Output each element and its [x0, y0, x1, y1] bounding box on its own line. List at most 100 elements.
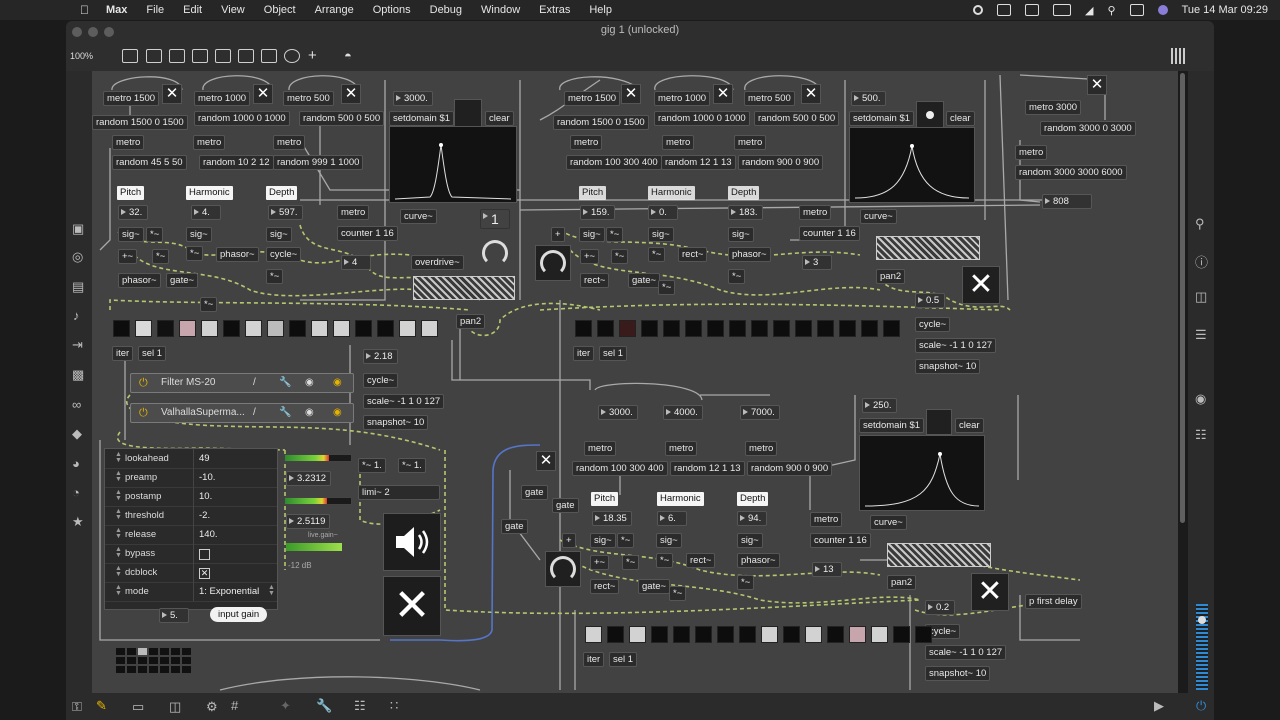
cycle-freq-a[interactable]: 2.18 [363, 349, 398, 364]
wrench-icon[interactable]: 🔧 [316, 698, 332, 714]
random-pitch-d[interactable]: random 100 300 400 [572, 461, 668, 476]
step-cell[interactable] [761, 626, 778, 643]
harmonic-number-d[interactable]: 6. [657, 511, 687, 526]
step-cell[interactable] [289, 320, 306, 337]
random-1500-b[interactable]: random 1500 0 1500 [553, 115, 649, 130]
dial-b[interactable] [540, 250, 566, 276]
step-cell[interactable] [817, 320, 834, 337]
scale-a[interactable]: scale~ -1 1 0 127 [363, 394, 445, 409]
step-cell[interactable] [685, 320, 702, 337]
gate-d1[interactable]: gate [521, 485, 548, 500]
sig-d1[interactable]: sig~ [590, 533, 616, 548]
clear-a[interactable]: clear [485, 111, 514, 126]
step-cell[interactable] [399, 320, 416, 337]
clear-d[interactable]: clear [955, 418, 984, 433]
random-harmonic-d[interactable]: random 12 1 13 [670, 461, 745, 476]
scope-rate-d[interactable]: 250. [862, 398, 897, 413]
step-cell[interactable] [783, 626, 800, 643]
counter-a[interactable]: counter 1 16 [337, 226, 398, 241]
counter-value-d[interactable]: 13 [812, 562, 842, 577]
number-4000[interactable]: 4000. [663, 405, 703, 420]
step-cell[interactable] [597, 320, 614, 337]
random-1500[interactable]: random 1500 0 1500 [92, 115, 188, 130]
pan2-a[interactable]: pan2 [456, 314, 486, 329]
phasor-a1[interactable]: phasor~ [216, 247, 259, 262]
peak-value-2[interactable]: 2.5119 [286, 514, 331, 529]
speaker-button[interactable] [383, 513, 441, 571]
edit-mode-icon[interactable]: ✎ [96, 698, 107, 714]
attr-row[interactable]: ▲ ▼ preamp -10. [105, 468, 277, 488]
metro-a3[interactable]: metro [273, 135, 306, 150]
pitch-number-b[interactable]: 159. [580, 205, 615, 220]
step-cell[interactable] [915, 626, 932, 643]
snapshot-d[interactable]: snapshot~ 10 [925, 666, 991, 681]
step-cell[interactable] [355, 320, 372, 337]
random-500-b[interactable]: random 500 0 500 [754, 111, 840, 126]
pitch-number-a[interactable]: 32. [118, 205, 148, 220]
bypass-checkbox[interactable] [199, 549, 210, 560]
gate-d2[interactable]: gate [552, 498, 579, 513]
mult-a3[interactable]: *~ [186, 246, 204, 261]
step-cell[interactable] [641, 320, 658, 337]
iter-a[interactable]: iter [112, 346, 134, 361]
random-3000[interactable]: random 3000 0 3000 [1040, 121, 1136, 136]
step-cell[interactable] [135, 320, 152, 337]
wrench-icon[interactable]: 🔧 [279, 374, 291, 392]
metro-a1[interactable]: metro [112, 135, 145, 150]
plugin-filter-ms20[interactable]: ⏻ Filter MS-20 / 🔧 ◉ ◉ [130, 373, 354, 393]
mult-d3[interactable]: *~ [656, 553, 674, 568]
sig-d3[interactable]: sig~ [737, 533, 763, 548]
clear-b[interactable]: clear [946, 111, 975, 126]
step-cell[interactable] [267, 320, 284, 337]
attr-value[interactable]: -2. [199, 510, 210, 521]
sig-a2[interactable]: sig~ [186, 227, 212, 242]
scope-toggle-d[interactable] [926, 409, 952, 435]
mult-d4[interactable]: *~ [669, 586, 687, 601]
sel-b[interactable]: sel 1 [599, 346, 628, 361]
scope-rate-a[interactable]: 3000. [393, 91, 433, 106]
pitch-number-d[interactable]: 18.35 [592, 511, 632, 526]
sig-a1[interactable]: sig~ [118, 227, 144, 242]
stop-button-d-big[interactable]: ✕ [971, 573, 1009, 611]
attr-row[interactable]: ▲ ▼ release 140. [105, 525, 277, 545]
plus-b[interactable]: + [551, 227, 565, 242]
attr-value[interactable]: 49 [199, 453, 210, 464]
setdomain-d[interactable]: setdomain $1 [859, 418, 925, 433]
sel-a[interactable]: sel 1 [138, 346, 167, 361]
metro-1500[interactable]: metro 1500 [103, 91, 160, 106]
metro-1000[interactable]: metro 1000 [194, 91, 251, 106]
random-pitch-a[interactable]: random 45 5 50 [112, 155, 187, 170]
metro-d3[interactable]: metro [745, 441, 778, 456]
attr-row[interactable]: ▲ ▼ bypass [105, 544, 277, 564]
windows-icon[interactable]: ◫ [169, 699, 181, 715]
sig-b1[interactable]: sig~ [579, 227, 605, 242]
rect-b[interactable]: rect~ [678, 247, 708, 262]
mult-a2[interactable]: *~ [152, 249, 170, 264]
power-icon[interactable]: ⏻ [1196, 698, 1206, 714]
sig-a3[interactable]: sig~ [266, 227, 292, 242]
harmonic-number-b[interactable]: 0. [648, 205, 678, 220]
rect-b2[interactable]: rect~ [580, 273, 610, 288]
random-3000-6000[interactable]: random 3000 3000 6000 [1015, 165, 1127, 180]
multislider-d[interactable] [887, 543, 991, 567]
counter-d[interactable]: counter 1 16 [810, 533, 871, 548]
counter-b[interactable]: counter 1 16 [799, 226, 860, 241]
cycle-a[interactable]: cycle~ [266, 247, 302, 262]
tools-icon[interactable]: ⚙ [206, 699, 218, 715]
attr-row[interactable]: ▲ ▼ lookahead 49 [105, 449, 277, 469]
step-cell[interactable] [871, 626, 888, 643]
mult-b1[interactable]: *~ [606, 227, 624, 242]
mult-d5[interactable]: *~ [737, 575, 755, 590]
p-first-delay[interactable]: p first delay [1025, 594, 1082, 609]
overdrive[interactable]: overdrive~ [411, 255, 464, 270]
mult-b4[interactable]: *~ [658, 280, 676, 295]
iter-b[interactable]: iter [573, 346, 595, 361]
curve-b[interactable]: curve~ [860, 209, 897, 224]
stop-button-d[interactable]: ✕ [536, 451, 556, 471]
step-cell[interactable] [333, 320, 350, 337]
live-gain-slider[interactable] [286, 543, 342, 551]
step-cell[interactable] [421, 320, 438, 337]
piano-icon[interactable]: ☷ [354, 698, 366, 714]
mult-b2[interactable]: *~ [611, 249, 629, 264]
stop-button-c[interactable]: ✕ [1087, 75, 1107, 95]
